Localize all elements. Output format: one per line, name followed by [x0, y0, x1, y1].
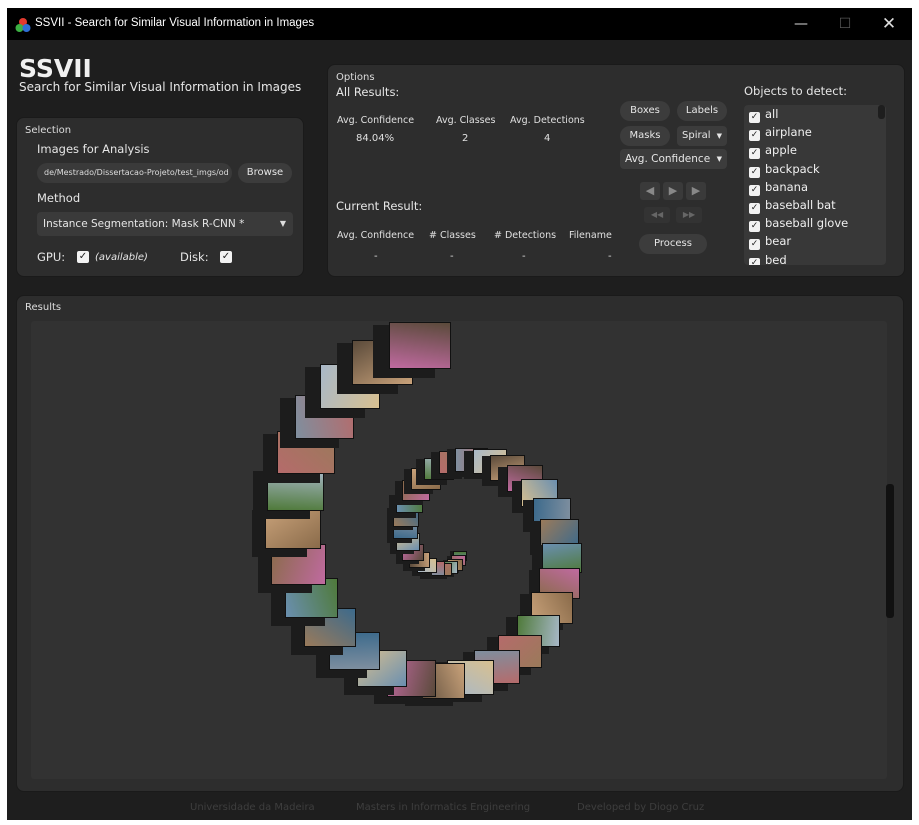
app-title: SSVII — [19, 54, 92, 83]
results-panel: Results — [16, 295, 904, 792]
footer: Universidade da Madeira Masters in Infor… — [7, 794, 912, 820]
sort-select[interactable]: Avg. Confidence ▼ — [620, 149, 727, 169]
current-filename-header: Filename — [569, 230, 612, 241]
current-result-label: Current Result: — [336, 199, 423, 213]
next-arrow-icon[interactable]: ▶ — [686, 182, 706, 200]
results-label: Results — [25, 302, 62, 313]
gpu-checkbox[interactable]: ✓ — [77, 251, 89, 263]
object-checkbox[interactable]: ✓ — [749, 166, 760, 178]
method-label: Method — [37, 191, 81, 205]
footer-university: Universidade da Madeira — [190, 802, 315, 813]
rewind-icon[interactable]: ◀◀ — [644, 207, 670, 223]
results-canvas[interactable] — [31, 321, 887, 779]
object-checkbox[interactable]: ✓ — [749, 221, 760, 233]
object-label: airplane — [765, 125, 812, 140]
close-button[interactable]: ✕ — [867, 8, 911, 40]
selection-label: Selection — [25, 125, 72, 136]
current-classes-value: - — [450, 251, 454, 262]
object-label: baseball bat — [765, 198, 836, 212]
object-checkbox[interactable]: ✓ — [749, 112, 760, 123]
result-thumbnail[interactable] — [388, 322, 451, 369]
layout-select-value: Spiral — [682, 130, 711, 141]
object-item[interactable]: ✓ all — [749, 107, 778, 123]
object-item[interactable]: ✓ banana — [749, 180, 808, 196]
objects-scrollbar[interactable] — [878, 105, 885, 119]
results-scrollbar[interactable] — [886, 484, 894, 618]
method-select-value: Instance Segmentation: Mask R-CNN * — [43, 218, 245, 230]
process-button[interactable]: Process — [639, 234, 707, 254]
all-classes-value: 2 — [462, 133, 469, 144]
all-classes-header: Avg. Classes — [436, 115, 496, 126]
boxes-button[interactable]: Boxes — [620, 101, 670, 121]
object-item[interactable]: ✓ backpack — [749, 162, 820, 178]
object-label: baseball glove — [765, 216, 849, 231]
all-confidence-value: 84.04% — [356, 133, 395, 144]
object-label: backpack — [765, 161, 820, 176]
current-detections-value: - — [522, 251, 526, 262]
play-arrow-icon[interactable]: ▶ — [663, 182, 683, 200]
all-detections-value: 4 — [544, 133, 551, 144]
images-label: Images for Analysis — [37, 142, 150, 156]
all-confidence-header: Avg. Confidence — [337, 115, 415, 126]
current-confidence-value: - — [374, 251, 378, 262]
chevron-down-icon: ▼ — [716, 155, 722, 163]
current-confidence-header: Avg. Confidence — [337, 230, 415, 241]
object-label: apple — [765, 143, 797, 158]
app-subtitle: Search for Similar Visual Information in… — [19, 80, 302, 94]
current-classes-header: # Classes — [429, 230, 476, 241]
all-results-label: All Results: — [336, 85, 400, 99]
object-item[interactable]: ✓ bear — [749, 234, 792, 251]
object-checkbox[interactable]: ✓ — [749, 203, 760, 214]
gpu-label: GPU: — [37, 250, 66, 264]
maximize-button[interactable]: ☐ — [823, 8, 867, 40]
object-item[interactable]: ✓ baseball glove — [749, 216, 849, 233]
object-label: all — [765, 107, 779, 121]
chevron-down-icon: ▼ — [716, 132, 722, 140]
gpu-status: (available) — [95, 252, 148, 263]
options-panel: Options All Results: Avg. Confidence Avg… — [327, 64, 905, 277]
objects-list[interactable]: ✓ all ✓ airplane ✓ apple ✓ backpack ✓ banana ✓ base… — [744, 105, 886, 265]
footer-program: Masters in Informatics Engineering — [356, 802, 531, 813]
disk-label: Disk: — [180, 250, 209, 264]
all-detections-header: Avg. Detections — [510, 115, 585, 126]
previous-arrow-icon[interactable]: ◀ — [640, 182, 660, 200]
object-label: bear — [765, 234, 792, 249]
object-checkbox[interactable]: ✓ — [749, 184, 760, 196]
title-bar[interactable]: SSVII - Search for Similar Visual Inform… — [7, 8, 912, 40]
selection-panel: Selection Images for Analysis de/Mestrad… — [16, 117, 304, 277]
options-label: Options — [336, 72, 375, 83]
labels-button[interactable]: Labels — [677, 101, 727, 121]
chevron-down-icon: ▼ — [279, 219, 286, 228]
object-item[interactable]: ✓ baseball bat — [749, 198, 836, 214]
path-input[interactable]: de/Mestrado/Dissertacao-Projeto/test_img… — [37, 163, 232, 183]
objects-title: Objects to detect: — [744, 84, 847, 98]
current-detections-header: # Detections — [494, 230, 557, 241]
disk-checkbox[interactable]: ✓ — [220, 251, 232, 263]
object-checkbox[interactable]: ✓ — [749, 148, 760, 160]
object-checkbox[interactable]: ✓ — [749, 239, 760, 251]
browse-button[interactable]: Browse — [238, 163, 292, 183]
layout-select[interactable]: Spiral ▼ — [677, 126, 727, 146]
fast-forward-icon[interactable]: ▶▶ — [676, 207, 702, 223]
app-window: SSVII - Search for Similar Visual Inform… — [7, 8, 912, 820]
object-item[interactable]: ✓ airplane — [749, 125, 812, 142]
masks-button[interactable]: Masks — [620, 126, 670, 146]
object-checkbox[interactable]: ✓ — [749, 257, 760, 265]
object-label: bed — [765, 252, 787, 265]
method-select[interactable]: Instance Segmentation: Mask R-CNN * ▼ — [37, 212, 293, 236]
object-checkbox[interactable]: ✓ — [749, 130, 760, 142]
app-logo-icon — [15, 18, 31, 32]
footer-author: Developed by Diogo Cruz — [577, 802, 705, 813]
object-item[interactable]: ✓ bed — [749, 253, 787, 265]
object-label: banana — [765, 179, 809, 194]
window-title: SSVII - Search for Similar Visual Inform… — [35, 17, 315, 29]
minimize-button[interactable]: — — [779, 8, 823, 40]
current-filename-value: - — [608, 251, 612, 262]
object-item[interactable]: ✓ apple — [749, 143, 797, 160]
sort-select-value: Avg. Confidence — [625, 153, 711, 165]
